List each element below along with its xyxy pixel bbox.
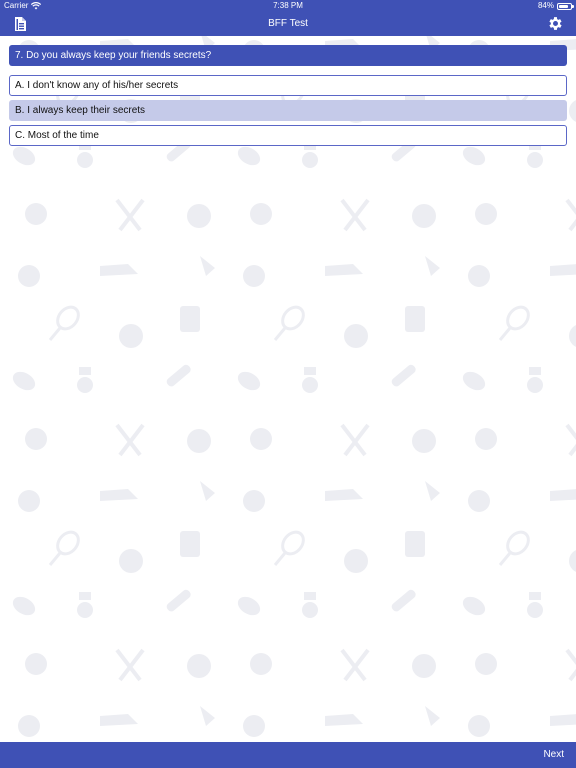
answer-label: B. I always keep their secrets: [15, 105, 146, 116]
nav-bar: BFF Test: [0, 12, 576, 36]
quiz-content: 7. Do you always keep your friends secre…: [9, 45, 567, 150]
battery-icon: [557, 3, 574, 10]
gear-icon: [549, 17, 562, 30]
next-button[interactable]: Next: [543, 742, 564, 768]
status-right: 84%: [537, 0, 574, 12]
top-chrome: Carrier 7:38 PM 84% BFF Test: [0, 0, 576, 36]
battery-percent: 84%: [537, 1, 554, 10]
answer-label: A. I don't know any of his/her secrets: [15, 80, 179, 91]
nav-title: BFF Test: [268, 18, 308, 29]
bottom-bar: Next: [0, 742, 576, 768]
status-bar: Carrier 7:38 PM 84%: [0, 0, 576, 12]
answer-option-b[interactable]: B. I always keep their secrets: [9, 100, 567, 121]
answer-option-a[interactable]: A. I don't know any of his/her secrets: [9, 75, 567, 96]
answer-option-c[interactable]: C. Most of the time: [9, 125, 567, 146]
answer-label: C. Most of the time: [15, 130, 99, 141]
battery-tip: [572, 5, 574, 8]
status-time: 7:38 PM: [273, 1, 303, 10]
question-text: 7. Do you always keep your friends secre…: [9, 45, 567, 66]
settings-button[interactable]: [547, 15, 564, 32]
battery-fill: [559, 5, 569, 8]
